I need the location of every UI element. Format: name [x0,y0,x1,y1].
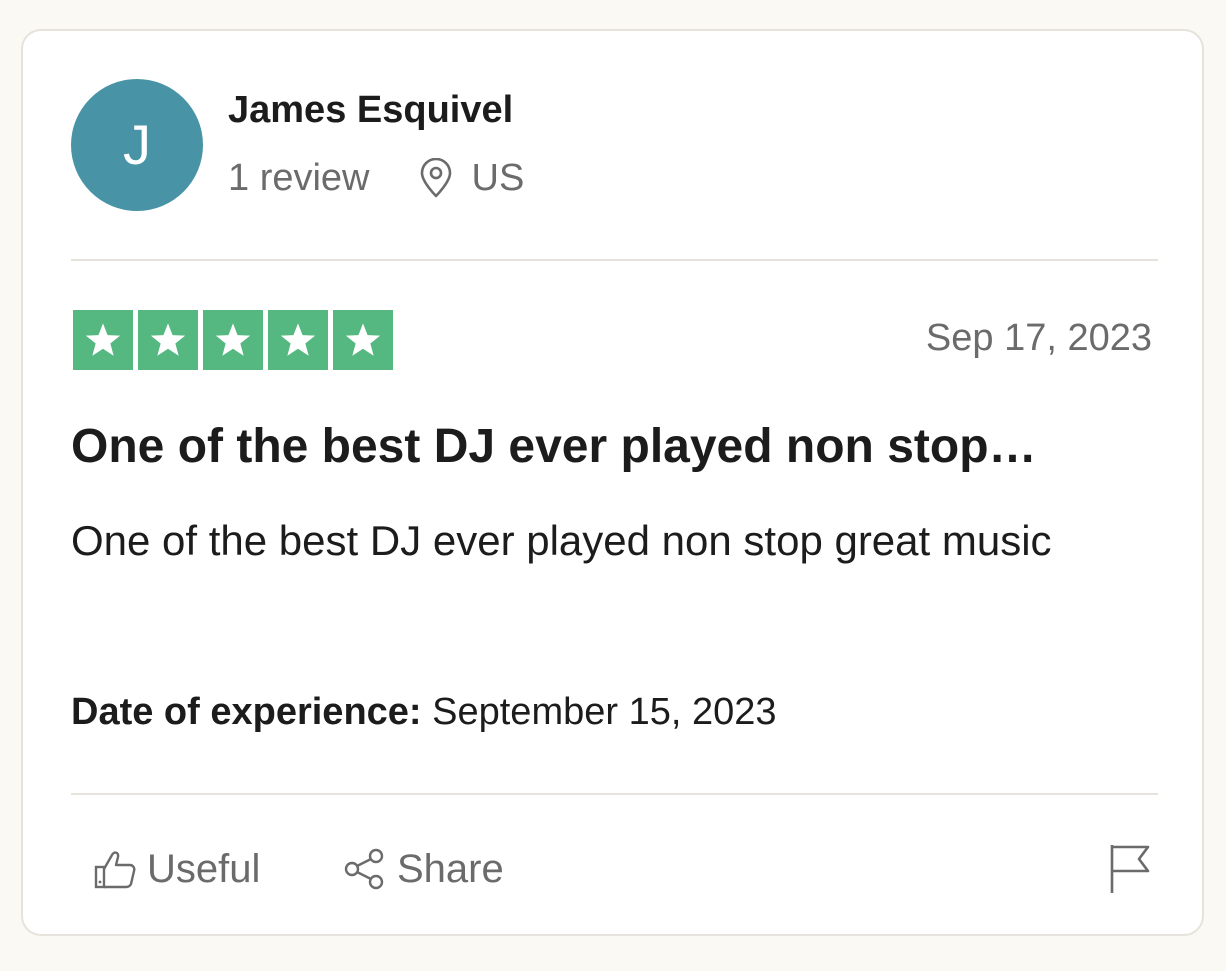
thumbs-up-icon [93,847,137,891]
review-card: J James Esquivel 1 review US Sep 17, 202… [21,29,1204,936]
useful-label: Useful [147,846,261,891]
star-icon [203,310,263,370]
share-icon [343,847,387,891]
review-title[interactable]: One of the best DJ ever played non stop… [71,419,1161,474]
reviewer-name[interactable]: James Esquivel [228,89,513,132]
report-button[interactable] [1108,843,1152,895]
experience-label: Date of experience: [71,691,422,733]
star-icon [138,310,198,370]
reviewer-meta: 1 review US [228,153,524,203]
star-icon [268,310,328,370]
date-of-experience: Date of experience: September 15, 2023 [71,691,777,734]
useful-button[interactable]: Useful [93,839,260,899]
review-body: One of the best DJ ever played non stop … [71,517,1052,564]
divider [71,793,1158,795]
location-pin-icon [418,158,454,198]
star-icon [333,310,393,370]
avatar[interactable]: J [71,79,203,211]
share-label: Share [397,846,504,891]
reviewer-country: US [471,156,525,199]
flag-icon [1110,845,1150,893]
divider [71,259,1158,261]
review-count: 1 review [228,156,370,199]
experience-date: September 15, 2023 [432,691,777,733]
review-date: Sep 17, 2023 [925,317,1152,359]
star-icon [73,310,133,370]
star-rating [73,310,393,370]
share-button[interactable]: Share [343,839,504,899]
